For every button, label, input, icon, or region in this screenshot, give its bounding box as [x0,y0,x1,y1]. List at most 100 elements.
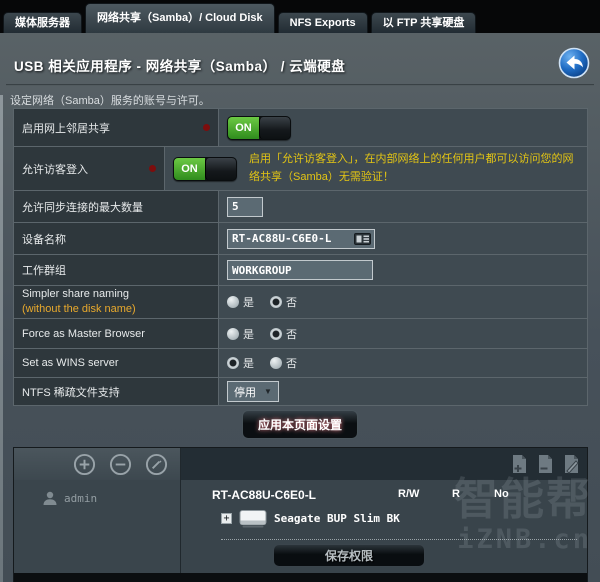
tab-samba-cloud-disk[interactable]: 网络共享（Samba）/ Cloud Disk [85,3,275,33]
radio-label: 否 [286,328,297,341]
form-label-cell: Simpler share naming (without the disk n… [14,286,219,318]
radio-label: 是 [243,358,254,370]
form-label-cell: NTFS 稀疏文件支持 [14,378,219,405]
row-neighborhood-share: 启用网上邻居共享 ON [14,109,587,147]
column-header-rw: R/W [398,488,420,500]
user-actions-bar [14,448,181,480]
apply-button[interactable]: 应用本页面设置 [241,410,359,439]
workgroup-input[interactable] [227,260,373,280]
simpler-naming-radio-yes[interactable]: 是 [227,294,254,310]
required-dot-icon [203,124,210,131]
radio-icon [227,327,239,340]
radio-checked-icon [227,357,239,369]
row-guest-login: 允许访客登入 ON 启用「允许访客登入」，在内部网络上的任何用户都可以访问您的网… [14,147,587,191]
label-text: 允许访客登入 [22,163,88,176]
remove-user-icon[interactable] [109,453,132,476]
tab-ftp-share[interactable]: 以 FTP 共享硬盘 [370,12,477,33]
label-text: 工作群组 [22,265,66,277]
max-connections-input[interactable] [227,196,263,217]
share-actions-bar [181,448,587,480]
user-list-item-admin[interactable]: admin [14,487,180,509]
guest-login-toggle[interactable]: ON [173,156,237,181]
separator-dotted [221,539,577,540]
hard-drive-icon [239,510,267,528]
page-title: USB 相关应用程序 - 网络共享（Samba） / 云端硬盘 [14,59,346,74]
share-device-name: RT-AC88U-C6E0-L [212,488,317,502]
share-tree-panel: RT-AC88U-C6E0-L R/W R No + Seagate BUP S… [181,480,587,573]
form-label-cell: Set as WINS server [14,349,219,377]
column-header-r: R [452,488,460,500]
row-master-browser: Force as Master Browser 是 否 [14,319,587,349]
form-label-cell: Force as Master Browser [14,319,219,348]
panel-left-edge [0,95,3,582]
neighborhood-share-toggle[interactable]: ON [227,115,291,140]
label-text: Simpler share naming [22,288,129,301]
toggle-knob [205,157,236,180]
tree-expander-icon[interactable]: + [221,512,232,524]
form-label-cell: 允许同步连接的最大数量 [14,191,219,222]
column-header-no: No [494,488,509,500]
required-dot-icon [149,165,156,172]
ntfs-sparse-select[interactable]: 停用 ▼ [227,381,279,402]
permissions-section: admin RT-AC88U-C6E0-L R/W R No + Seagate… [13,447,588,582]
label-subtext: (without the disk name) [22,303,136,315]
radio-checked-icon [270,296,282,308]
radio-icon [270,357,282,369]
row-device-name: 设备名称 [14,223,587,255]
drive-name: Seagate BUP Slim BK [274,511,400,525]
simpler-naming-radio-group: 是 否 [227,294,297,310]
page-description: 设定网络（Samba）服务的账号与许可。 [10,95,210,107]
radio-label: 是 [243,297,254,309]
wins-server-radio-no[interactable]: 否 [270,355,297,371]
row-workgroup: 工作群组 [14,255,587,286]
user-name: admin [64,491,98,505]
label-text: Set as WINS server [22,357,119,369]
permissions-body: admin RT-AC88U-C6E0-L R/W R No + Seagate… [14,480,587,573]
title-divider [6,84,594,86]
toggle-on-label: ON [174,157,205,180]
edit-permission-icon[interactable] [562,454,581,475]
toggle-on-label: ON [228,116,259,139]
device-name-input[interactable] [227,228,375,249]
master-browser-radio-group: 是 否 [227,326,297,342]
label-text: NTFS 稀疏文件支持 [22,386,120,399]
drive-tree-item[interactable]: + Seagate BUP Slim BK [221,508,400,528]
master-browser-radio-no[interactable]: 否 [270,326,297,342]
wins-server-radio-group: 是 否 [227,355,297,371]
row-simpler-naming: Simpler share naming (without the disk n… [14,286,587,319]
settings-form: 启用网上邻居共享 ON 允许访客登入 ON 启用「允许访客登入」，在内部网络上的… [13,108,588,406]
row-wins-server: Set as WINS server 是 否 [14,349,587,378]
form-label-cell: 允许访客登入 [14,147,165,190]
add-folder-permission-icon[interactable] [510,454,529,475]
tab-nfs-exports[interactable]: NFS Exports [277,12,368,33]
row-ntfs-sparse: NTFS 稀疏文件支持 停用 ▼ [14,378,587,406]
permissions-header [14,448,587,480]
back-arrow-icon [558,47,590,79]
radio-label: 否 [286,297,297,309]
label-text: 启用网上邻居共享 [22,122,110,135]
radio-checked-icon [270,327,282,340]
tab-media-server[interactable]: 媒体服务器 [3,12,82,33]
wins-server-radio-yes[interactable]: 是 [227,355,254,371]
label-text: Force as Master Browser [22,327,145,340]
remove-folder-permission-icon[interactable] [536,454,555,475]
keyboard-icon[interactable] [354,232,371,245]
select-value: 停用 [234,386,256,399]
add-user-icon[interactable] [73,453,96,476]
back-button[interactable] [558,47,590,79]
simpler-naming-radio-no[interactable]: 否 [270,294,297,310]
form-label-cell: 工作群组 [14,255,219,285]
toggle-knob [259,116,290,139]
label-text: 允许同步连接的最大数量 [22,201,143,214]
guest-login-warning: 启用「允许访客登入」，在内部网络上的任何用户都可以访问您的网络共享（Samba）… [249,152,574,183]
form-label-cell: 启用网上邻居共享 [14,109,219,146]
radio-label: 否 [286,358,297,370]
row-max-connections: 允许同步连接的最大数量 [14,191,587,223]
user-list: admin [14,480,181,573]
edit-user-icon[interactable] [145,453,168,476]
save-permissions-button[interactable]: 保存权限 [273,544,425,567]
radio-label: 是 [243,328,254,341]
master-browser-radio-yes[interactable]: 是 [227,326,254,342]
content-panel: USB 相关应用程序 - 网络共享（Samba） / 云端硬盘 设定网络（Sam… [0,33,600,582]
label-text: 设备名称 [22,233,66,246]
